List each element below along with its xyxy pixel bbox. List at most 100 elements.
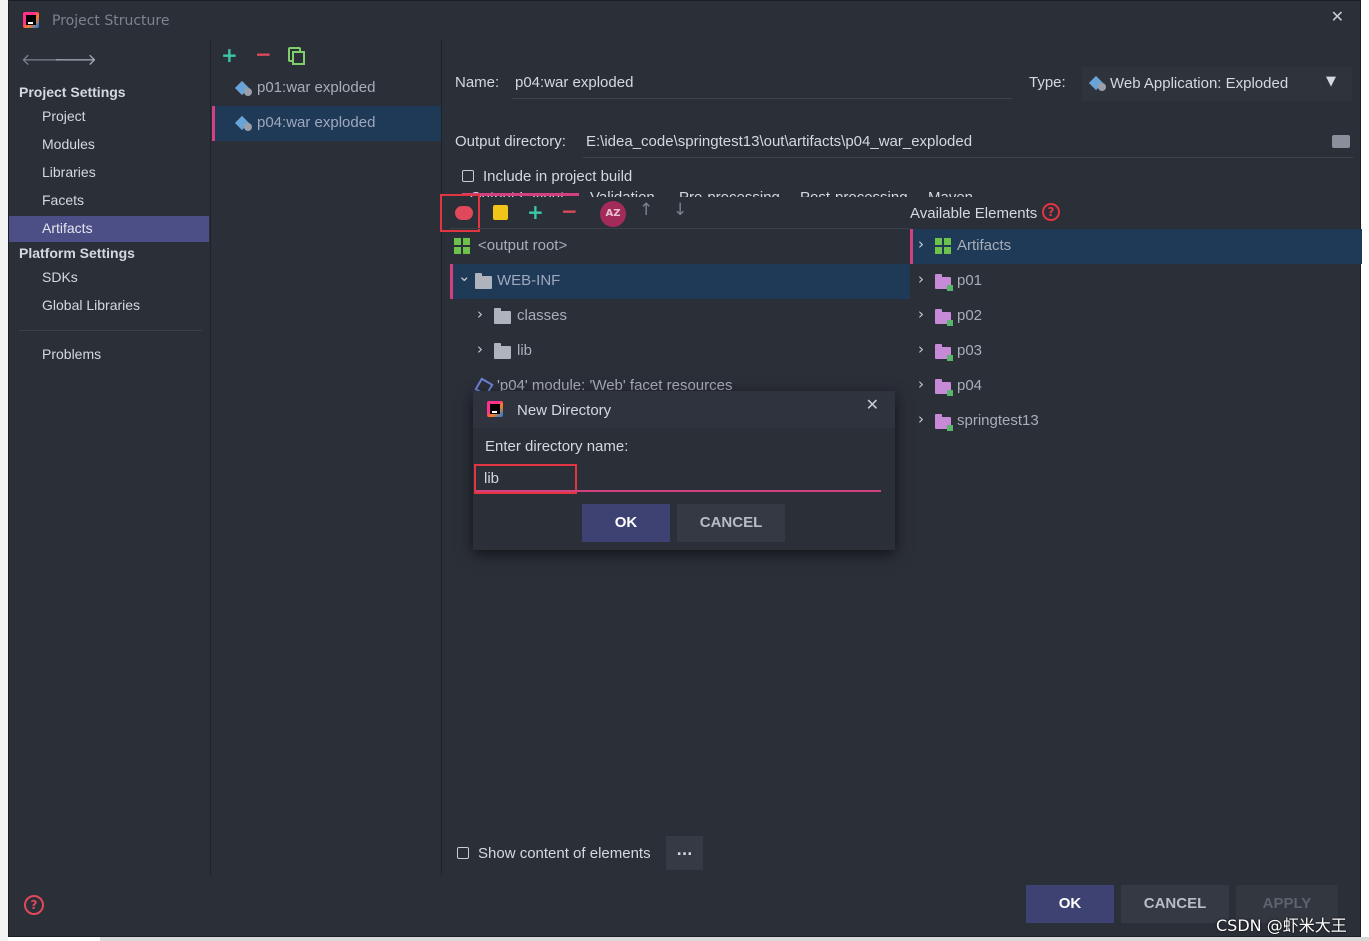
watermark: CSDN @虾米大王	[1216, 916, 1347, 935]
type-dropdown[interactable]: Web Application: Exploded ▼	[1082, 67, 1352, 101]
available-item-label: p04	[957, 377, 983, 394]
tree-row-label: <output root>	[478, 237, 568, 254]
create-archive-icon[interactable]	[493, 205, 508, 220]
show-content-label: Show content of elements	[478, 845, 651, 862]
artifact-item-label: p01:war exploded	[257, 79, 376, 96]
new-folder-icon	[455, 206, 473, 220]
sidebar-item-global-libraries[interactable]: Global Libraries	[42, 297, 140, 313]
chevron-right-icon[interactable]: ›	[918, 410, 924, 428]
show-content-options-button[interactable]: ...	[666, 836, 703, 870]
tab-post-processing[interactable]: Post-processing	[800, 189, 908, 197]
remove-element-button[interactable]: −	[561, 199, 578, 223]
help-icon[interactable]: ?	[1042, 203, 1060, 221]
tab-validation[interactable]: Validation	[590, 189, 655, 197]
ok-button[interactable]: OK	[1026, 885, 1114, 923]
tree-row-label: WEB-INF	[497, 272, 561, 289]
directory-name-prompt: Enter directory name:	[485, 438, 629, 455]
sidebar-item-problems[interactable]: Problems	[42, 346, 101, 362]
tree-row-lib[interactable]: › lib	[450, 334, 910, 369]
module-folder-icon	[935, 414, 953, 431]
background-window-edge	[0, 0, 8, 941]
available-item-module[interactable]: › p02	[910, 299, 1362, 334]
available-item-label: p01	[957, 272, 983, 289]
dialog-ok-button[interactable]: OK	[582, 504, 670, 542]
move-up-icon[interactable]: ↑	[639, 200, 653, 220]
sidebar-item-facets[interactable]: Facets	[42, 192, 84, 208]
directory-name-input[interactable]	[484, 470, 574, 487]
tab-maven[interactable]: Maven	[928, 189, 973, 197]
sidebar-item-project[interactable]: Project	[42, 108, 86, 124]
chevron-right-icon[interactable]: ›	[918, 340, 924, 358]
output-directory-label: Output directory:	[455, 133, 566, 150]
chevron-right-icon[interactable]: ›	[477, 340, 483, 358]
output-directory-field[interactable]: E:\idea_code\springtest13\out\artifacts\…	[586, 133, 972, 150]
close-window-button[interactable]: ✕	[1331, 7, 1344, 26]
remove-artifact-button[interactable]: −	[255, 42, 272, 66]
intellij-logo-icon	[23, 12, 39, 28]
module-folder-icon	[935, 379, 953, 396]
forward-arrow-icon[interactable]: 🡒	[54, 49, 97, 69]
platform-settings-header: Platform Settings	[19, 245, 135, 261]
settings-sidebar: 🡐 🡒 Project Settings Project Modules Lib…	[9, 39, 211, 875]
chevron-right-icon[interactable]: ›	[918, 375, 924, 393]
artifact-item-label: p04:war exploded	[257, 114, 376, 131]
sidebar-divider	[19, 330, 202, 331]
available-item-module[interactable]: › p04	[910, 369, 1362, 404]
available-item-module[interactable]: › p01	[910, 264, 1362, 299]
module-folder-icon	[935, 309, 953, 326]
folder-icon	[494, 308, 511, 324]
sidebar-item-artifacts[interactable]: Artifacts	[42, 220, 93, 236]
sidebar-item-artifacts-highlight[interactable]	[9, 216, 209, 242]
close-dialog-button[interactable]: ✕	[866, 395, 879, 414]
folder-icon	[475, 273, 492, 289]
cancel-button[interactable]: CANCEL	[1121, 885, 1229, 923]
copy-artifact-icon[interactable]	[288, 47, 305, 65]
name-field-underline	[512, 98, 1012, 99]
war-exploded-icon	[236, 115, 252, 131]
tree-row-label: classes	[517, 307, 568, 324]
window-title: Project Structure	[52, 13, 170, 29]
available-item-artifacts[interactable]: › Artifacts	[910, 229, 1362, 264]
new-directory-dialog: New Directory ✕ Enter directory name: OK…	[473, 391, 895, 550]
tree-row-classes[interactable]: › classes	[450, 299, 910, 334]
folder-icon	[494, 343, 511, 359]
sort-elements-icon[interactable]: AZ	[600, 201, 626, 227]
tree-row-output-root[interactable]: <output root>	[450, 229, 910, 264]
name-label: Name:	[455, 74, 500, 91]
artifact-item-selected[interactable]: p04:war exploded	[212, 106, 441, 141]
war-exploded-icon	[236, 80, 252, 96]
help-icon[interactable]: ?	[24, 895, 44, 915]
available-item-label: Artifacts	[957, 237, 1012, 254]
sidebar-item-sdks[interactable]: SDKs	[42, 269, 78, 285]
title-bar: Project Structure ✕	[9, 1, 1360, 39]
dialog-title: New Directory	[517, 402, 612, 419]
output-directory-underline	[583, 157, 1353, 158]
include-in-build-label: Include in project build	[483, 168, 633, 185]
type-dropdown-value: Web Application: Exploded	[1110, 75, 1289, 92]
add-copy-of-button[interactable]: +	[527, 200, 544, 224]
tab-pre-processing[interactable]: Pre-processing	[679, 189, 780, 197]
tree-row-label: lib	[517, 342, 533, 359]
dialog-cancel-button[interactable]: CANCEL	[677, 504, 785, 542]
tree-row-web-inf[interactable]: ⌄ WEB-INF	[450, 264, 910, 299]
include-in-build-checkbox[interactable]	[462, 170, 474, 182]
intellij-logo-icon	[487, 401, 503, 417]
chevron-right-icon[interactable]: ›	[918, 305, 924, 323]
chevron-down-icon[interactable]: ⌄	[458, 267, 471, 285]
artifact-item[interactable]: p01:war exploded	[212, 71, 441, 106]
sidebar-item-modules[interactable]: Modules	[42, 136, 95, 152]
add-artifact-button[interactable]: +	[221, 43, 238, 67]
available-item-module[interactable]: › springtest13	[910, 404, 1362, 439]
show-content-checkbox[interactable]	[457, 847, 469, 859]
move-down-icon[interactable]: ↓	[673, 200, 687, 220]
available-item-module[interactable]: › p03	[910, 334, 1362, 369]
chevron-right-icon[interactable]: ›	[477, 305, 483, 323]
chevron-right-icon[interactable]: ›	[918, 235, 924, 253]
available-item-label: p02	[957, 307, 983, 324]
sidebar-item-libraries[interactable]: Libraries	[42, 164, 96, 180]
type-label: Type:	[1029, 74, 1066, 91]
chevron-right-icon[interactable]: ›	[918, 270, 924, 288]
background-taskbar-edge	[100, 937, 1369, 941]
name-field[interactable]: p04:war exploded	[515, 74, 633, 91]
browse-folder-icon[interactable]	[1332, 135, 1350, 148]
